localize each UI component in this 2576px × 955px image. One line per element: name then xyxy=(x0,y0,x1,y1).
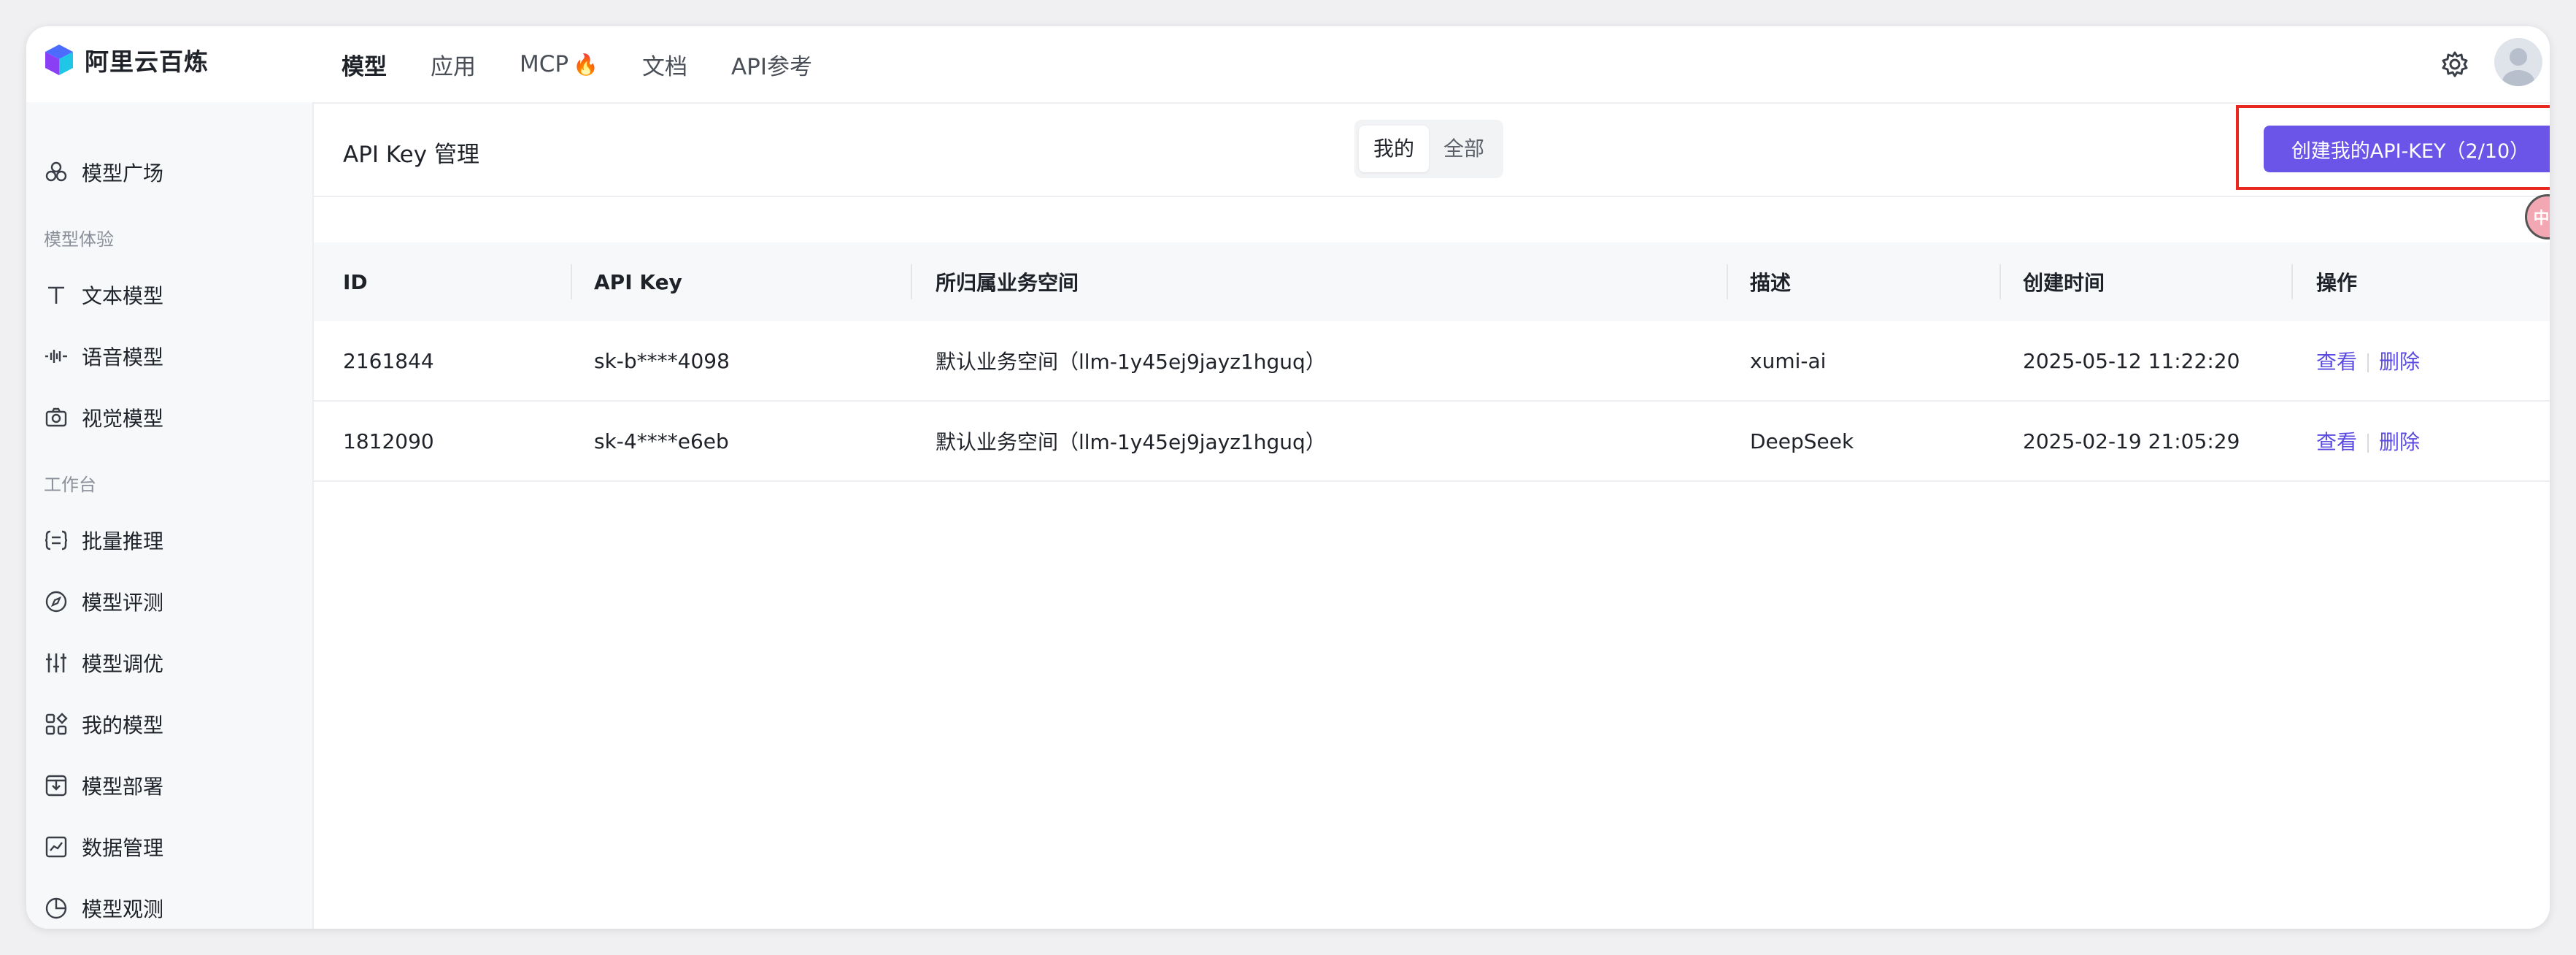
sidebar-item-vision-models[interactable]: 视觉模型 xyxy=(44,403,163,432)
cell-description: DeepSeek xyxy=(1750,429,1854,453)
sidebar-item-model-plaza[interactable]: 模型广场 xyxy=(44,158,163,187)
delete-link[interactable]: 删除 xyxy=(2379,350,2420,374)
main-content: API Key 管理 我的 全部 创建我的API-KEY（2/10） ID AP… xyxy=(312,102,2550,929)
sidebar-item-label: 批量推理 xyxy=(82,529,164,553)
flame-icon: 🔥 xyxy=(573,52,598,77)
column-divider xyxy=(1727,264,1728,299)
column-divider xyxy=(2000,264,2001,299)
nav-apps-label: 应用 xyxy=(431,53,476,80)
bailian-logo-icon xyxy=(45,45,73,75)
scope-segmented-control: 我的 全部 xyxy=(1354,120,1504,178)
nav-models-label: 模型 xyxy=(342,53,387,80)
column-api-key: API Key xyxy=(594,269,682,294)
action-divider xyxy=(2367,434,2369,453)
sidebar-item-model-tuning[interactable]: 模型调优 xyxy=(44,648,163,678)
sidebar-item-label: 语音模型 xyxy=(82,345,164,369)
app-window: 阿里云百炼 模型 应用 MCP 🔥 文档 API参考 模型广场 模型体验 文本模… xyxy=(26,26,2550,929)
sidebar-item-label: 我的模型 xyxy=(82,713,164,737)
plaza-icon xyxy=(45,161,67,182)
view-link[interactable]: 查看 xyxy=(2316,430,2357,454)
batch-icon xyxy=(45,530,68,551)
cell-api-key: sk-b****4098 xyxy=(594,348,730,373)
sidebar-item-label: 模型调优 xyxy=(82,652,164,676)
section-workbench: 工作台 xyxy=(44,475,96,495)
pie-icon xyxy=(45,897,67,919)
compass-icon xyxy=(45,591,67,613)
nav-mcp-label: MCP xyxy=(520,51,569,77)
action-divider xyxy=(2367,353,2369,372)
table-header: ID API Key 所归属业务空间 描述 创建时间 操作 xyxy=(314,242,2550,321)
sidebar-item-label: 视觉模型 xyxy=(82,407,164,431)
user-avatar[interactable] xyxy=(2494,38,2542,86)
cell-actions: 查看 删除 xyxy=(2316,426,2420,456)
section-model-experience: 模型体验 xyxy=(44,229,114,250)
sidebar-item-batch-inference[interactable]: 批量推理 xyxy=(44,526,163,555)
delete-link[interactable]: 删除 xyxy=(2379,430,2420,454)
create-api-key-button[interactable]: 创建我的API-KEY（2/10） xyxy=(2264,126,2550,172)
nav-apps[interactable]: 应用 xyxy=(431,48,476,81)
deploy-icon xyxy=(45,775,67,797)
gear-icon[interactable] xyxy=(2437,47,2472,82)
segment-all[interactable]: 全部 xyxy=(1429,126,1499,172)
cell-api-key: sk-4****e6eb xyxy=(594,429,729,453)
header-divider xyxy=(314,196,2550,197)
column-id: ID xyxy=(343,269,368,294)
cell-workspace: 默认业务空间（llm-1y45ej9jayz1hguq） xyxy=(936,350,1326,374)
chart-icon xyxy=(45,836,67,858)
sidebar-item-text-models[interactable]: 文本模型 xyxy=(44,280,163,310)
column-actions: 操作 xyxy=(2316,271,2358,295)
sliders-icon xyxy=(46,653,66,672)
sidebar-item-label: 模型广场 xyxy=(82,161,164,185)
sidebar: 模型广场 模型体验 文本模型 语音模型 视觉模型 工作台 批量推理 模型评测 模… xyxy=(26,102,312,929)
sidebar-item-data-management[interactable]: 数据管理 xyxy=(44,832,163,862)
brand-name: 阿里云百炼 xyxy=(85,47,209,76)
sidebar-item-label: 数据管理 xyxy=(82,836,164,860)
api-key-table: ID API Key 所归属业务空间 描述 创建时间 操作 2161844 sk… xyxy=(314,242,2550,482)
cell-actions: 查看 删除 xyxy=(2316,346,2420,375)
brand-logo[interactable]: 阿里云百炼 xyxy=(42,42,209,77)
cell-id: 1812090 xyxy=(343,429,434,453)
segment-mine[interactable]: 我的 xyxy=(1359,126,1430,172)
cell-id: 2161844 xyxy=(343,348,434,373)
cell-workspace: 默认业务空间（llm-1y45ej9jayz1hguq） xyxy=(936,430,1326,454)
avatar-person-icon xyxy=(2502,48,2534,86)
table-row: 1812090 sk-4****e6eb 默认业务空间（llm-1y45ej9j… xyxy=(314,402,2550,482)
sidebar-item-label: 模型部署 xyxy=(82,775,164,799)
nav-models[interactable]: 模型 xyxy=(342,48,387,81)
cell-created-time: 2025-05-12 11:22:20 xyxy=(2023,348,2240,373)
table-row: 2161844 sk-b****4098 默认业务空间（llm-1y45ej9j… xyxy=(314,321,2550,402)
top-bar: 阿里云百炼 模型 应用 MCP 🔥 文档 API参考 xyxy=(26,26,2550,102)
sidebar-item-label: 文本模型 xyxy=(82,284,164,308)
camera-icon xyxy=(45,407,67,427)
sidebar-item-voice-models[interactable]: 语音模型 xyxy=(44,342,163,371)
sidebar-item-model-deployment[interactable]: 模型部署 xyxy=(44,771,163,800)
nav-api-reference[interactable]: API参考 xyxy=(731,48,812,81)
column-divider xyxy=(911,264,912,299)
nav-mcp[interactable]: MCP 🔥 xyxy=(520,51,598,77)
sidebar-item-label: 模型观测 xyxy=(82,897,164,921)
text-icon xyxy=(48,286,64,304)
nav-api-reference-label: API参考 xyxy=(730,53,813,80)
column-workspace: 所归属业务空间 xyxy=(936,271,1079,295)
page-title: API Key 管理 xyxy=(343,142,479,168)
cell-description: xumi-ai xyxy=(1750,348,1827,373)
grid-icon xyxy=(45,713,68,735)
sidebar-item-label: 模型评测 xyxy=(82,591,164,615)
sidebar-item-my-models[interactable]: 我的模型 xyxy=(44,710,163,739)
column-created-time: 创建时间 xyxy=(2023,271,2105,295)
nav-docs[interactable]: 文档 xyxy=(642,48,687,81)
column-divider xyxy=(571,264,572,299)
nav-docs-label: 文档 xyxy=(641,53,687,80)
view-link[interactable]: 查看 xyxy=(2316,350,2357,374)
waveform-icon xyxy=(45,350,67,363)
column-divider xyxy=(2291,264,2293,299)
sidebar-item-model-observation[interactable]: 模型观测 xyxy=(44,894,163,923)
top-nav: 模型 应用 MCP 🔥 文档 API参考 xyxy=(342,26,856,102)
column-description: 描述 xyxy=(1750,271,1792,295)
cell-created-time: 2025-02-19 21:05:29 xyxy=(2023,429,2240,453)
sidebar-item-model-evaluation[interactable]: 模型评测 xyxy=(44,587,163,616)
